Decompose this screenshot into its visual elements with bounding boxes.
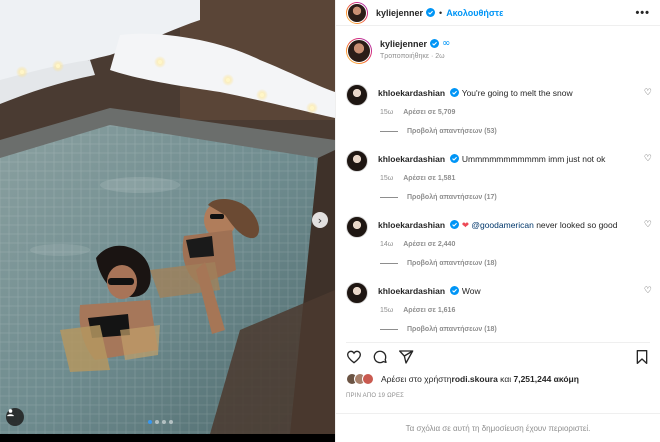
view-replies-button[interactable]: Προβολή απαντήσεων (53) xyxy=(380,128,652,135)
author-username[interactable]: kyliejenner xyxy=(376,8,423,18)
verified-icon xyxy=(426,8,436,17)
likes-middle: και xyxy=(497,374,514,384)
carousel-indicator xyxy=(148,420,173,424)
commenter-avatar[interactable] xyxy=(346,84,368,106)
comments-list[interactable]: kyliejenner ∞ Τροποποιήθηκε · 2ω khloeka… xyxy=(336,30,660,338)
comment-time[interactable]: 15ω xyxy=(380,175,393,182)
comment-meta: 15ω Αρέσει σε 5,709 xyxy=(380,109,652,116)
carousel-dot xyxy=(169,420,173,424)
separator-dot: • xyxy=(439,7,443,18)
comment-meta: 15ω Αρέσει σε 1,581 xyxy=(380,175,652,182)
comment-item: khloekardashian Wow ♡ 15ω Αρέσει σε 1,61… xyxy=(346,282,652,333)
view-replies-label: Προβολή απαντήσεων (53) xyxy=(407,128,497,135)
likes-count[interactable]: 7,251,244 ακόμη xyxy=(513,374,578,384)
commenter-avatar[interactable] xyxy=(346,216,368,238)
post-header: kyliejenner • Ακολουθήστε ••• xyxy=(336,0,660,26)
comment-item: khloekardashian Ummmmmmmmmmm imm just no… xyxy=(346,150,652,201)
comment-item: khloekardashian ❤ @goodamerican never lo… xyxy=(346,216,652,267)
comment-likes[interactable]: Αρέσει σε 2,440 xyxy=(403,241,455,248)
tag-user-icon xyxy=(7,409,14,417)
commenter-username[interactable]: khloekardashian xyxy=(378,154,445,164)
author-avatar[interactable] xyxy=(346,1,368,24)
comment-text: never looked so good xyxy=(533,220,618,230)
post-actions-bar xyxy=(346,342,650,366)
comment-meta: 14ω Αρέσει σε 2,440 xyxy=(380,241,652,248)
mention-link[interactable]: @goodamerican xyxy=(471,220,534,230)
view-replies-button[interactable]: Προβολή απαντήσεων (17) xyxy=(380,194,652,201)
post-image[interactable]: › xyxy=(0,0,335,434)
likes-summary: Αρέσει στο χρήστη rodi.skoura και 7,251,… xyxy=(346,373,650,385)
verified-icon xyxy=(450,154,460,163)
comment-item: khloekardashian You're going to melt the… xyxy=(346,84,652,135)
comment-time[interactable]: 15ω xyxy=(380,109,393,116)
verified-icon xyxy=(450,88,460,97)
commenter-username[interactable]: khloekardashian xyxy=(378,286,445,296)
view-replies-button[interactable]: Προβολή απαντήσεων (18) xyxy=(380,326,652,333)
likes-prefix: Αρέσει στο χρήστη xyxy=(381,374,452,384)
caption-edited-time: Τροποποιήθηκε · 2ω xyxy=(380,53,445,60)
follow-button[interactable]: Ακολουθήστε xyxy=(446,8,503,18)
like-comment-heart-icon[interactable]: ♡ xyxy=(644,88,652,98)
verified-icon xyxy=(430,39,440,48)
tagged-users-button[interactable] xyxy=(6,408,24,426)
like-comment-heart-icon[interactable]: ♡ xyxy=(644,286,652,296)
carousel-dot xyxy=(155,420,159,424)
carousel-dot xyxy=(148,420,152,424)
comment-time[interactable]: 15ω xyxy=(380,307,393,314)
like-comment-heart-icon[interactable]: ♡ xyxy=(644,154,652,164)
comment-text: Ummmmmmmmmmm imm just not ok xyxy=(461,154,606,164)
post-timestamp[interactable]: ΠΡΙΝ ΑΠΟ 19 ΩΡΕΣ xyxy=(346,393,404,399)
post-details-panel: kyliejenner • Ακολουθήστε ••• kyliejenne… xyxy=(335,0,660,442)
comment-time[interactable]: 14ω xyxy=(380,241,393,248)
like-comment-heart-icon[interactable]: ♡ xyxy=(644,220,652,230)
caption-username[interactable]: kyliejenner xyxy=(380,39,427,49)
commenter-avatar[interactable] xyxy=(346,282,368,304)
commenter-avatar[interactable] xyxy=(346,150,368,172)
share-icon[interactable] xyxy=(398,349,414,365)
comment-meta: 15ω Αρέσει σε 1,616 xyxy=(380,307,652,314)
comment-likes[interactable]: Αρέσει σε 1,581 xyxy=(403,175,455,182)
comment-text: Wow xyxy=(461,286,481,296)
post-caption: kyliejenner ∞ Τροποποιήθηκε · 2ω xyxy=(336,30,660,64)
infinity-icon: ∞ xyxy=(442,38,451,49)
view-replies-label: Προβολή απαντήσεων (18) xyxy=(407,326,497,333)
heart-icon[interactable] xyxy=(346,349,362,365)
view-replies-label: Προβολή απαντήσεων (18) xyxy=(407,260,497,267)
carousel-dot xyxy=(162,420,166,424)
comment-likes[interactable]: Αρέσει σε 1,616 xyxy=(403,307,455,314)
bookmark-icon[interactable] xyxy=(634,349,650,365)
liker-username[interactable]: rodi.skoura xyxy=(452,374,498,384)
liker-avatars[interactable] xyxy=(346,373,374,385)
verified-icon xyxy=(450,286,460,295)
commenter-username[interactable]: khloekardashian xyxy=(378,220,445,230)
view-replies-label: Προβολή απαντήσεων (17) xyxy=(407,194,497,201)
verified-icon xyxy=(450,220,460,229)
comment-icon[interactable] xyxy=(372,349,388,365)
more-options-icon[interactable]: ••• xyxy=(635,7,650,19)
author-avatar[interactable] xyxy=(346,38,372,64)
comment-likes[interactable]: Αρέσει σε 5,709 xyxy=(403,109,455,116)
chevron-right-icon: › xyxy=(317,213,323,227)
comment-text: You're going to melt the snow xyxy=(461,88,573,98)
next-image-button[interactable]: › xyxy=(312,212,328,228)
red-heart-emoji: ❤ xyxy=(461,221,469,231)
comments-restricted-notice: Τα σχόλια σε αυτή τη δημοσίευση έχουν πε… xyxy=(336,413,660,442)
view-replies-button[interactable]: Προβολή απαντήσεων (18) xyxy=(380,260,652,267)
commenter-username[interactable]: khloekardashian xyxy=(378,88,445,98)
hot-tub-photo xyxy=(0,0,335,434)
